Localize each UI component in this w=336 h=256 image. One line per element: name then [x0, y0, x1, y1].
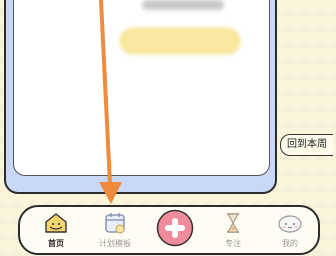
- content-card-inner: [13, 0, 270, 176]
- blurred-text-line: [142, 0, 224, 10]
- tab-plan-template[interactable]: 计划模板: [93, 207, 137, 253]
- profile-icon: [278, 215, 302, 233]
- blurred-action-button[interactable]: [120, 28, 240, 54]
- tab-plan-template-label: 计划模板: [99, 239, 131, 248]
- calendar-template-icon: [105, 213, 125, 234]
- tab-home-label: 首页: [48, 239, 64, 248]
- bottom-tab-bar: 首页 计划模板 专注 我的: [18, 205, 320, 255]
- back-to-week-button[interactable]: 回到本周: [280, 134, 333, 156]
- home-icon: [45, 213, 67, 233]
- hourglass-icon: [227, 213, 239, 233]
- tab-home[interactable]: 首页: [34, 207, 78, 253]
- add-button[interactable]: [156, 209, 194, 247]
- tab-focus-label: 专注: [225, 239, 241, 248]
- tab-profile-label: 我的: [282, 239, 298, 248]
- tab-focus[interactable]: 专注: [211, 207, 255, 253]
- tab-profile[interactable]: 我的: [268, 207, 312, 253]
